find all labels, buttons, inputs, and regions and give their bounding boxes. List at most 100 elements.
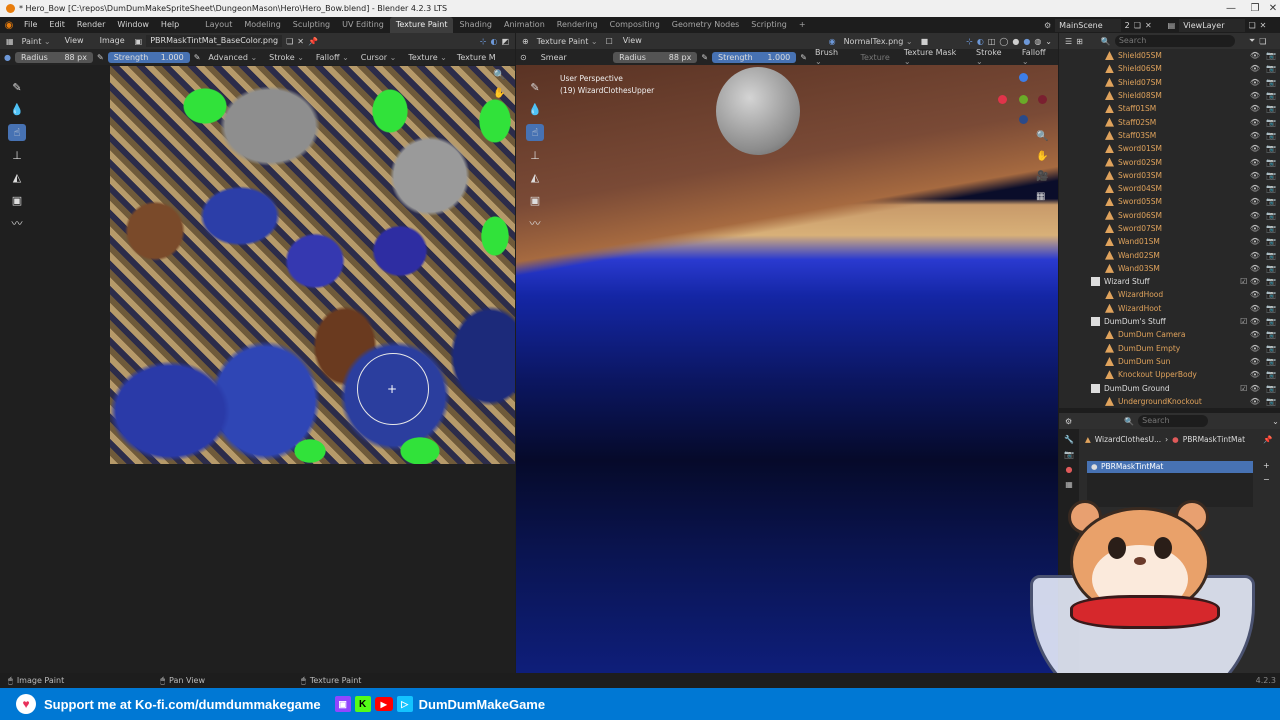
vp-annotate-tool-icon[interactable]: 〰 <box>526 214 544 231</box>
y-axis-icon[interactable] <box>1019 95 1028 104</box>
annotate-tool-icon[interactable]: 〰 <box>8 214 26 231</box>
menu-window[interactable]: Window <box>111 17 155 33</box>
outliner-collection-row[interactable]: DumDum Ground ☑ 👁 📷 <box>1059 381 1280 394</box>
tab-rendering[interactable]: Rendering <box>551 17 604 33</box>
viewport-scene[interactable] <box>516 65 1058 673</box>
texture-mask-dropdown[interactable]: Texture M <box>455 53 498 62</box>
vp-mask-tool-icon[interactable]: ▣ <box>526 192 544 209</box>
radius-field[interactable]: Radius 88 px <box>14 51 93 63</box>
vp-fill-tool-icon[interactable]: ◭ <box>526 169 544 186</box>
render-camera-icon[interactable]: 📷 <box>1266 51 1276 60</box>
tab-animation[interactable]: Animation <box>498 17 551 33</box>
brush-icon[interactable]: ⊙ <box>520 53 527 62</box>
color-picker-icon[interactable]: ■ <box>921 37 929 46</box>
z-axis-icon[interactable] <box>1019 73 1028 82</box>
viewport-mode-dropdown[interactable]: Texture Paint <box>533 37 602 46</box>
image-new-icon[interactable]: ❏ <box>286 37 293 46</box>
texture-dropdown[interactable]: Texture <box>404 53 451 62</box>
outliner-object-row[interactable]: WizardHood 👁 📷 <box>1059 288 1280 301</box>
viewport-view-menu[interactable]: View <box>617 33 648 49</box>
outliner-object-row[interactable]: DumDum Camera 👁 📷 <box>1059 328 1280 341</box>
visibility-eye-icon[interactable]: 👁 <box>1250 330 1260 339</box>
viewport-zoom-icon[interactable]: 🔍 <box>1036 131 1048 142</box>
viewport-pan-icon[interactable]: ✋ <box>1036 151 1048 162</box>
brush-preset-icon[interactable]: ● <box>4 53 11 62</box>
shading-wire-icon[interactable]: ◯ <box>999 37 1008 46</box>
outliner-object-row[interactable]: Sword05SM 👁 📷 <box>1059 195 1280 208</box>
add-workspace-icon[interactable]: + <box>793 17 812 33</box>
properties-search-input[interactable]: Search <box>1138 415 1209 427</box>
fill-tool-icon[interactable]: ◭ <box>8 169 26 186</box>
mask-tool-icon[interactable]: ▣ <box>8 192 26 209</box>
delete-scene-icon[interactable]: ✕ <box>1145 21 1152 30</box>
render-camera-icon[interactable]: 📷 <box>1266 304 1276 313</box>
outliner-object-row[interactable]: WizardHoot 👁 📷 <box>1059 302 1280 315</box>
texture-label[interactable]: Texture <box>855 53 896 62</box>
slot-remove-icon[interactable]: − <box>1263 475 1270 484</box>
properties-options-icon[interactable]: ⌄ <box>1272 417 1279 426</box>
tab-modeling[interactable]: Modeling <box>238 17 286 33</box>
render-camera-icon[interactable]: 📷 <box>1266 78 1276 87</box>
material-slot-row[interactable]: ● PBRMaskTintMat <box>1087 461 1253 473</box>
view-menu[interactable]: View <box>59 33 90 49</box>
render-camera-icon[interactable]: 📷 <box>1266 264 1276 273</box>
visibility-eye-icon[interactable]: 👁 <box>1250 184 1260 193</box>
smear-tool-icon[interactable]: ☝ <box>8 124 26 141</box>
outliner-object-row[interactable]: Staff02SM 👁 📷 <box>1059 115 1280 128</box>
visibility-eye-icon[interactable]: 👁 <box>1250 290 1260 299</box>
texture-tab-icon[interactable]: ▦ <box>1065 480 1073 489</box>
outliner-object-row[interactable]: Wand01SM 👁 📷 <box>1059 235 1280 248</box>
outliner-filter-icon[interactable]: ⏷ <box>1249 36 1255 46</box>
render-camera-icon[interactable]: 📷 <box>1266 171 1276 180</box>
visibility-eye-icon[interactable]: ☑ 👁 <box>1240 317 1260 326</box>
vp-soften-tool-icon[interactable]: 💧 <box>526 102 544 119</box>
xray-icon[interactable]: ◫ <box>988 37 996 46</box>
shading-options-icon[interactable]: ⌄ <box>1045 37 1052 46</box>
render-camera-icon[interactable]: 📷 <box>1266 370 1276 379</box>
render-tab-icon[interactable]: 📷 <box>1064 450 1074 459</box>
viewport-checkbox-icon[interactable]: ☐ <box>606 37 613 46</box>
texture-slot-icon[interactable]: ◉ <box>829 37 836 46</box>
visibility-eye-icon[interactable]: 👁 <box>1250 397 1260 406</box>
shading-render-icon[interactable]: ◍ <box>1034 37 1041 46</box>
outliner-object-row[interactable]: Wand02SM 👁 📷 <box>1059 248 1280 261</box>
material-tab-icon[interactable]: ● <box>1066 465 1073 474</box>
blender-menu-icon[interactable]: ◉ <box>0 20 18 31</box>
visibility-eye-icon[interactable]: 👁 <box>1250 171 1260 180</box>
new-view-layer-icon[interactable]: ❏ <box>1249 21 1256 30</box>
ortho-toggle-icon[interactable]: ▦ <box>1036 191 1045 202</box>
image-menu[interactable]: Image <box>94 33 131 49</box>
radius-pressure-icon[interactable]: ✎ <box>97 53 104 62</box>
outliner-editor-icon[interactable]: ☰ <box>1065 37 1072 46</box>
soften-tool-icon[interactable]: 💧 <box>8 102 26 119</box>
stroke-dropdown-3d[interactable]: Stroke <box>972 48 1014 66</box>
delete-view-layer-icon[interactable]: ✕ <box>1260 21 1267 30</box>
vp-draw-tool-icon[interactable]: ✎ <box>526 79 544 96</box>
render-camera-icon[interactable]: 📷 <box>1266 184 1276 193</box>
visibility-eye-icon[interactable]: 👁 <box>1250 264 1260 273</box>
render-camera-icon[interactable]: 📷 <box>1266 344 1276 353</box>
outliner-object-row[interactable]: Shield06SM 👁 📷 <box>1059 62 1280 75</box>
viewport-gizmo-icon[interactable]: ⊹ <box>966 37 973 46</box>
menu-render[interactable]: Render <box>71 17 111 33</box>
render-camera-icon[interactable]: 📷 <box>1266 118 1276 127</box>
render-camera-icon[interactable]: 📷 <box>1266 144 1276 153</box>
image-name-field[interactable]: PBRMaskTintMat_BaseColor.png <box>146 35 283 47</box>
viewport-strength-field[interactable]: Strength 1.000 <box>712 51 797 63</box>
menu-help[interactable]: Help <box>155 17 185 33</box>
outliner-object-row[interactable]: Sword01SM 👁 📷 <box>1059 142 1280 155</box>
visibility-eye-icon[interactable]: 👁 <box>1250 118 1260 127</box>
render-camera-icon[interactable]: 📷 <box>1266 397 1276 406</box>
texture-canvas[interactable]: + 🔍 ✋ <box>110 66 515 464</box>
outliner-object-row[interactable]: Staff01SM 👁 📷 <box>1059 102 1280 115</box>
gizmo-icon[interactable]: ⊹ <box>480 37 487 46</box>
shading-material-icon[interactable]: ● <box>1023 37 1030 46</box>
tool-tab-icon[interactable]: 🔧 <box>1064 435 1074 444</box>
brush-dropdown[interactable]: Brush <box>811 48 851 66</box>
visibility-eye-icon[interactable]: 👁 <box>1250 304 1260 313</box>
visibility-eye-icon[interactable]: 👁 <box>1250 344 1260 353</box>
outliner-object-row[interactable]: Wand03SM 👁 📷 <box>1059 262 1280 275</box>
visibility-eye-icon[interactable]: 👁 <box>1250 357 1260 366</box>
viewport-overlay-icon[interactable]: ◐ <box>977 37 984 46</box>
tab-texture-paint[interactable]: Texture Paint <box>389 17 454 33</box>
